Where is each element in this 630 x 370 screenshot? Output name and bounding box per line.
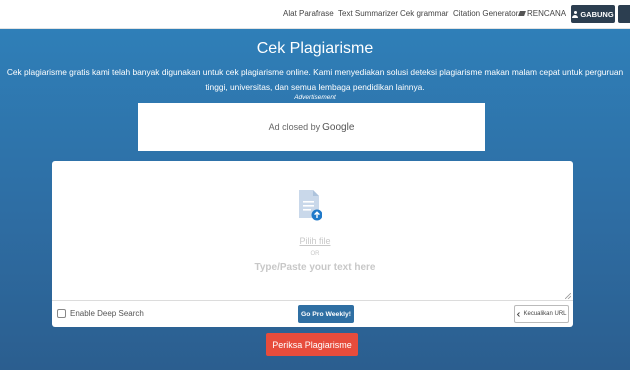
deep-search-option[interactable]: Enable Deep Search <box>57 309 144 318</box>
nav-link-summarizer[interactable]: Text Summarizer <box>338 9 398 18</box>
ad-slot: Ad closed by Google <box>138 103 485 151</box>
page-title: Cek Plagiarisme <box>256 40 374 57</box>
nav-link-plans-label: RENCANA <box>527 9 567 18</box>
nav-link-plans[interactable]: RENCANA <box>518 9 567 18</box>
join-button[interactable]: GABUNG <box>571 5 615 23</box>
go-pro-button[interactable]: Go Pro Weekly! <box>298 305 354 323</box>
file-upload-icon[interactable] <box>298 189 322 221</box>
account-button[interactable] <box>618 5 630 23</box>
user-icon <box>572 11 579 18</box>
nav-link-grammar[interactable]: Cek grammar <box>400 9 448 18</box>
text-placeholder: Type/Paste your text here <box>254 262 376 273</box>
pick-file-link[interactable]: Pilih file <box>0 236 630 246</box>
deep-search-checkbox[interactable] <box>57 309 66 318</box>
ad-brand-text: Google <box>322 121 355 133</box>
text-input-area[interactable] <box>52 161 573 301</box>
chevron-left-icon <box>517 311 521 317</box>
deep-search-label: Enable Deep Search <box>70 309 144 318</box>
nav-link-citation[interactable]: Citation Generator <box>453 9 518 18</box>
check-plagiarism-button[interactable]: Periksa Plagiarisme <box>266 333 358 356</box>
advertisement-label: Advertisement <box>294 94 336 101</box>
nav-link-paraphrase[interactable]: Alat Parafrase <box>283 9 334 18</box>
join-button-label: GABUNG <box>580 9 614 19</box>
ad-closed-text: Ad closed by <box>268 122 321 132</box>
resize-grip-icon[interactable] <box>565 293 571 299</box>
top-navigation-bar: Alat Parafrase Text Summarizer Cek gramm… <box>0 0 630 29</box>
page-description: Cek plagiarisme gratis kami telah banyak… <box>6 67 624 92</box>
or-separator: OR <box>310 251 320 257</box>
tag-icon <box>518 11 526 17</box>
exclude-url-button[interactable]: Kecualikan URL <box>514 305 569 323</box>
exclude-url-label: Kecualikan URL <box>523 311 567 317</box>
